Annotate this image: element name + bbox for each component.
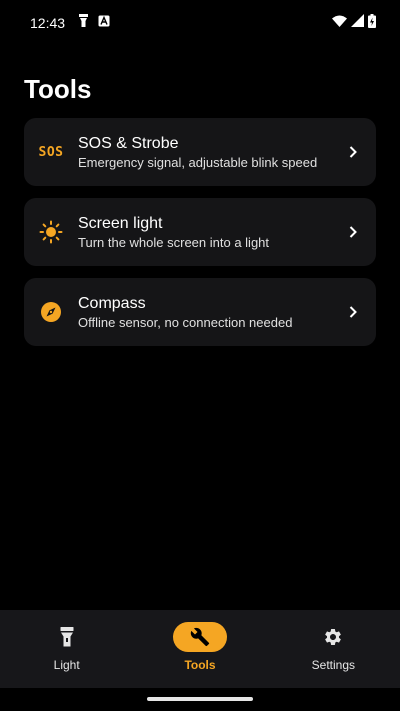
nav-item-settings[interactable]: Settings [267,610,400,688]
chevron-right-icon [348,145,358,159]
tool-subtitle: Emergency signal, adjustable blink speed [78,154,318,170]
tool-title: Compass [78,294,146,312]
tool-card-compass[interactable]: Compass Offline sensor, no connection ne… [24,278,376,346]
nav-item-light[interactable]: Light [0,610,133,688]
battery-charging-icon [368,13,376,33]
tool-text: Screen light Turn the whole screen into … [78,214,348,251]
sun-icon [38,219,64,245]
chevron-right-icon [348,305,358,319]
status-right-icons [332,13,376,33]
tool-title: SOS & Strobe [78,134,179,152]
tool-card-screen-light[interactable]: Screen light Turn the whole screen into … [24,198,376,266]
notification-a-icon [98,14,110,32]
nav-label: Tools [184,658,216,672]
wifi-icon [332,14,347,32]
tool-subtitle: Offline sensor, no connection needed [78,314,293,330]
tool-list: SOS SOS & Strobe Emergency signal, adjus… [24,118,376,358]
compass-icon [38,299,64,325]
tool-title: Screen light [78,214,163,232]
home-indicator[interactable] [147,697,253,701]
nav-item-tools[interactable]: Tools [133,610,266,688]
bottom-nav: Light Tools Settings [0,610,400,688]
nav-label: Settings [311,658,355,672]
page-title: Tools [24,74,92,104]
status-time: 12:43 [30,15,66,31]
status-bar: 12:43 [0,0,400,46]
cell-signal-icon [351,14,364,32]
flashlight-status-icon [79,14,89,32]
tool-card-sos-strobe[interactable]: SOS SOS & Strobe Emergency signal, adjus… [24,118,376,186]
nav-label: Light [53,658,80,672]
chevron-right-icon [348,225,358,239]
tool-text: Compass Offline sensor, no connection ne… [78,294,348,331]
status-left-icons [79,14,110,32]
sos-icon: SOS [38,144,64,160]
tool-text: SOS & Strobe Emergency signal, adjustabl… [78,134,348,171]
flashlight-icon [40,622,94,652]
gear-icon [306,622,360,652]
tool-subtitle: Turn the whole screen into a light [78,234,270,250]
wrench-icon [172,622,227,652]
